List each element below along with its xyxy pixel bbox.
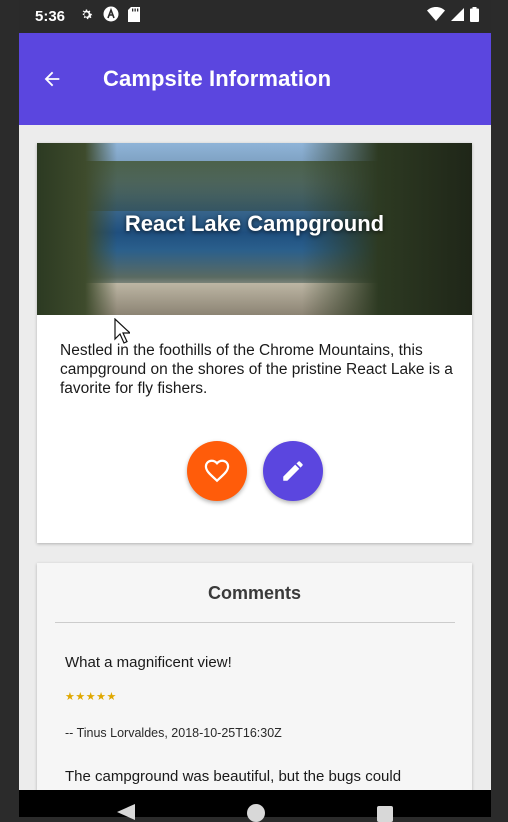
status-time: 5:36 — [35, 8, 66, 25]
status-bar: 5:36 — [19, 0, 491, 33]
comment-text: What a magnificent view! — [65, 654, 232, 671]
comments-divider — [55, 622, 455, 623]
android-nav-bar — [19, 790, 491, 822]
favorite-button[interactable] — [187, 441, 247, 501]
app-bar: Campsite Information — [19, 33, 491, 125]
status-icons-right — [427, 6, 479, 27]
signal-icon — [451, 7, 464, 26]
square-recents-icon[interactable] — [377, 806, 393, 822]
gear-icon — [79, 7, 94, 27]
comments-card: Comments What a magnificent view! ★★★★★ … — [37, 563, 472, 790]
sd-card-icon — [128, 6, 141, 27]
rating-stars: ★★★★★ — [65, 691, 117, 703]
main-content[interactable]: React Lake Campground Nestled in the foo… — [19, 125, 491, 790]
pencil-icon — [283, 461, 303, 481]
campsite-name: React Lake Campground — [124, 211, 385, 236]
circle-home-icon[interactable] — [247, 804, 265, 822]
comment-text: The campground was beautiful, but the bu… — [65, 768, 402, 785]
a-badge-icon — [103, 6, 119, 27]
battery-icon — [470, 6, 479, 27]
mouse-cursor-icon — [114, 318, 130, 344]
page-title: Campsite Information — [103, 66, 332, 91]
comments-heading: Comments — [207, 583, 301, 603]
comment-author: -- Tinus Lorvaldes, 2018-10-25T16:30Z — [65, 726, 282, 740]
campsite-image: React Lake Campground — [37, 143, 472, 315]
back-button[interactable] — [39, 66, 65, 92]
campsite-description: Nestled in the foothills of the Chrome M… — [60, 342, 453, 397]
arrow-left-icon — [44, 71, 60, 87]
edit-button[interactable] — [263, 441, 323, 501]
heart-outline-icon — [204, 459, 230, 483]
phone-screen: 5:36 Campsite Information React Lake Cam… — [19, 0, 491, 790]
status-icons-left — [79, 6, 141, 27]
triangle-back-icon[interactable] — [117, 804, 135, 820]
wifi-icon — [427, 7, 445, 26]
campsite-card: React Lake Campground Nestled in the foo… — [37, 143, 472, 543]
